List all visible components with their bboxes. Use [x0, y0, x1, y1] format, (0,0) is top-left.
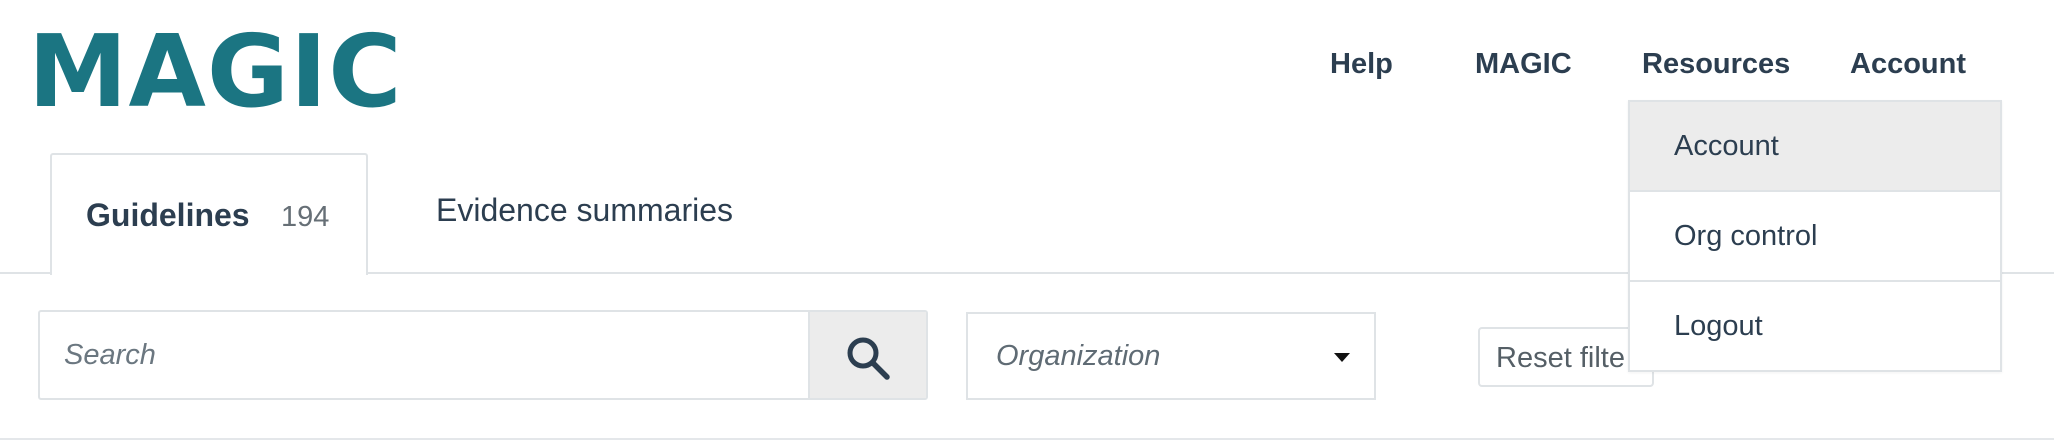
nav-account[interactable]: Account [1850, 44, 1966, 84]
menu-item-logout[interactable]: Logout [1630, 282, 2000, 370]
nav-help[interactable]: Help [1330, 44, 1393, 84]
nav-magic[interactable]: MAGIC [1475, 44, 1572, 84]
search-icon [847, 337, 890, 380]
organization-select[interactable]: Organization [966, 312, 1376, 400]
top-navigation: Help MAGIC Resources Account [1300, 44, 2020, 84]
menu-item-account[interactable]: Account [1630, 102, 2000, 190]
content-divider [0, 438, 2054, 440]
magic-logo[interactable]: MAGIC [28, 22, 403, 122]
tab-evidence-summaries-label: Evidence summaries [436, 192, 733, 228]
reset-filters-label: Reset filte [1496, 342, 1625, 374]
menu-item-org-control[interactable]: Org control [1630, 192, 2000, 280]
search-input[interactable] [40, 312, 810, 398]
nav-resources[interactable]: Resources [1642, 44, 1790, 84]
organization-placeholder: Organization [996, 340, 1161, 372]
search-box [38, 310, 928, 400]
guidelines-count-badge: 194 [281, 201, 330, 233]
search-button[interactable] [808, 312, 926, 398]
account-dropdown-menu: Account Org control Logout [1628, 100, 2002, 372]
tab-evidence-summaries[interactable]: Evidence summaries [420, 173, 780, 253]
caret-down-icon [1334, 353, 1350, 362]
magic-page: MAGIC Help MAGIC Resources Account Guide… [0, 0, 2054, 446]
tab-guidelines-label: Guidelines [86, 197, 250, 233]
tab-guidelines[interactable]: Guidelines 194 [50, 153, 368, 275]
